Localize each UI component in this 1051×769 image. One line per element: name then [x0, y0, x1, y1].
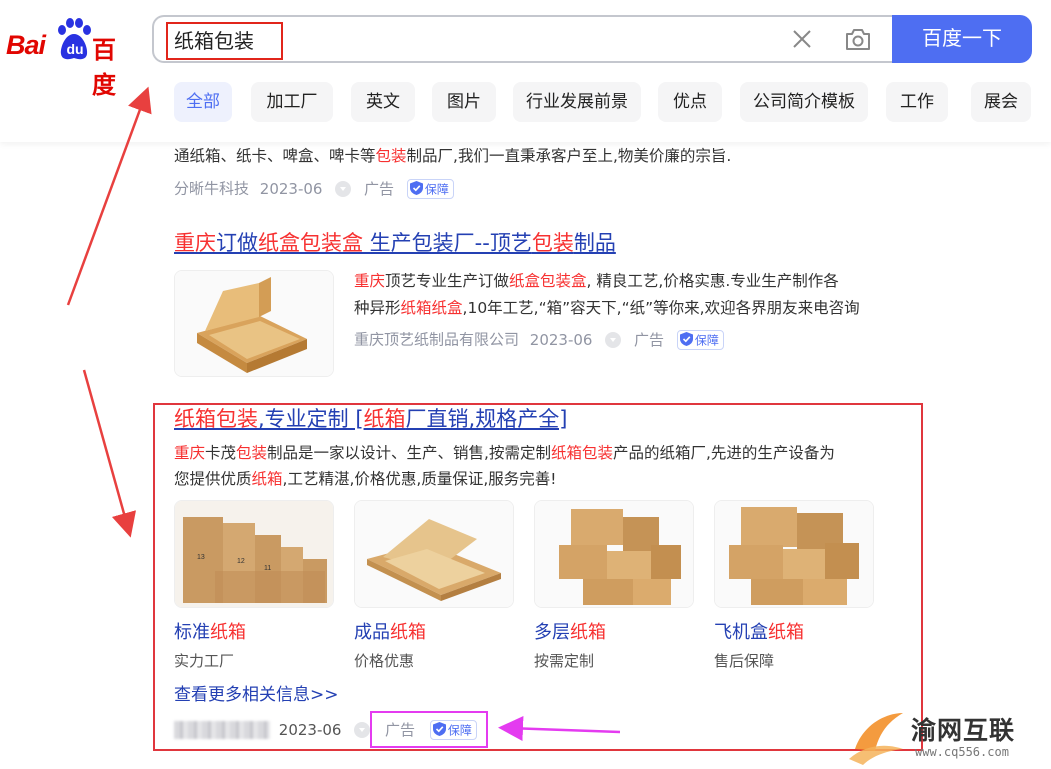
header: Bai du 百度 纸箱包装 百度一下 全部 加工厂 英文 图片 行业发展前景 … — [0, 0, 1051, 142]
tab-english[interactable]: 英文 — [351, 82, 415, 122]
result2-description-line2: 种异形纸箱纸盒,10年工艺,“箱”容天下,“纸”等你来,欢迎各界朋友来电咨询 — [354, 299, 860, 317]
guarantee-badge[interactable]: 保障 — [406, 178, 454, 199]
camera-icon[interactable] — [844, 26, 872, 52]
dropdown-icon[interactable] — [335, 180, 352, 197]
ad-label: 广告 — [634, 330, 665, 349]
ad-label: 广告 — [364, 179, 395, 198]
watermark-name: 渝网互联 — [911, 716, 1016, 745]
result1-date: 2023-06 — [259, 179, 323, 198]
search-box[interactable]: 纸箱包装 — [152, 15, 897, 63]
search-button[interactable]: 百度一下 — [892, 15, 1032, 63]
logo-chinese: 百度 — [92, 36, 116, 99]
tab-factory[interactable]: 加工厂 — [251, 82, 333, 122]
watermark: 渝网互联 www.cq556.com — [845, 705, 1051, 769]
tab-jobs[interactable]: 工作 — [886, 82, 948, 122]
result2-source[interactable]: 重庆顶艺纸制品有限公司 — [354, 331, 519, 349]
tab-exhibitions[interactable]: 展会 — [971, 82, 1031, 122]
tab-industry-outlook[interactable]: 行业发展前景 — [513, 82, 641, 122]
close-icon[interactable] — [790, 27, 814, 51]
tab-images[interactable]: 图片 — [432, 82, 496, 122]
result2-date: 2023-06 — [529, 330, 593, 349]
annotation-ad-box — [370, 711, 488, 748]
result1-source[interactable]: 分晰牛科技 — [174, 180, 249, 198]
result1-meta: 分晰牛科技 2023-06 广告 保障 — [174, 177, 454, 199]
tab-company-profile[interactable]: 公司简介模板 — [740, 82, 868, 122]
result2-meta: 重庆顶艺纸制品有限公司 2023-06 广告 保障 — [354, 328, 724, 350]
logo-latin: Bai — [6, 30, 46, 60]
logo-du: du — [66, 41, 84, 57]
result2-title[interactable]: 重庆订做纸盒包装盒 生产包装厂--顶艺包装制品 — [174, 229, 616, 257]
arrow-to-ad-result — [82, 369, 137, 538]
tab-advantages[interactable]: 优点 — [658, 82, 722, 122]
open-box-image — [175, 271, 333, 376]
search-input[interactable]: 纸箱包装 — [166, 22, 283, 60]
shield-icon — [679, 331, 693, 346]
result1-description: 通纸箱、纸卡、啤盒、啤卡等包装制品厂,我们一直秉承客户至上,物美价廉的宗旨. — [174, 147, 732, 165]
tab-all[interactable]: 全部 — [174, 82, 232, 122]
baidu-logo[interactable]: Bai du 百度 — [6, 18, 136, 99]
annotation-highlight-box — [153, 403, 923, 751]
dropdown-icon[interactable] — [605, 331, 622, 348]
result2-thumbnail[interactable] — [174, 270, 334, 377]
watermark-url: www.cq556.com — [915, 745, 1009, 759]
guarantee-badge[interactable]: 保障 — [676, 329, 724, 350]
shield-icon — [409, 180, 423, 195]
watermark-logo-icon — [849, 713, 903, 765]
result2-description-line1: 重庆顶艺专业生产订做纸盒包装盒, 精良工艺,价格实惠.专业生产制作各 — [354, 272, 839, 290]
